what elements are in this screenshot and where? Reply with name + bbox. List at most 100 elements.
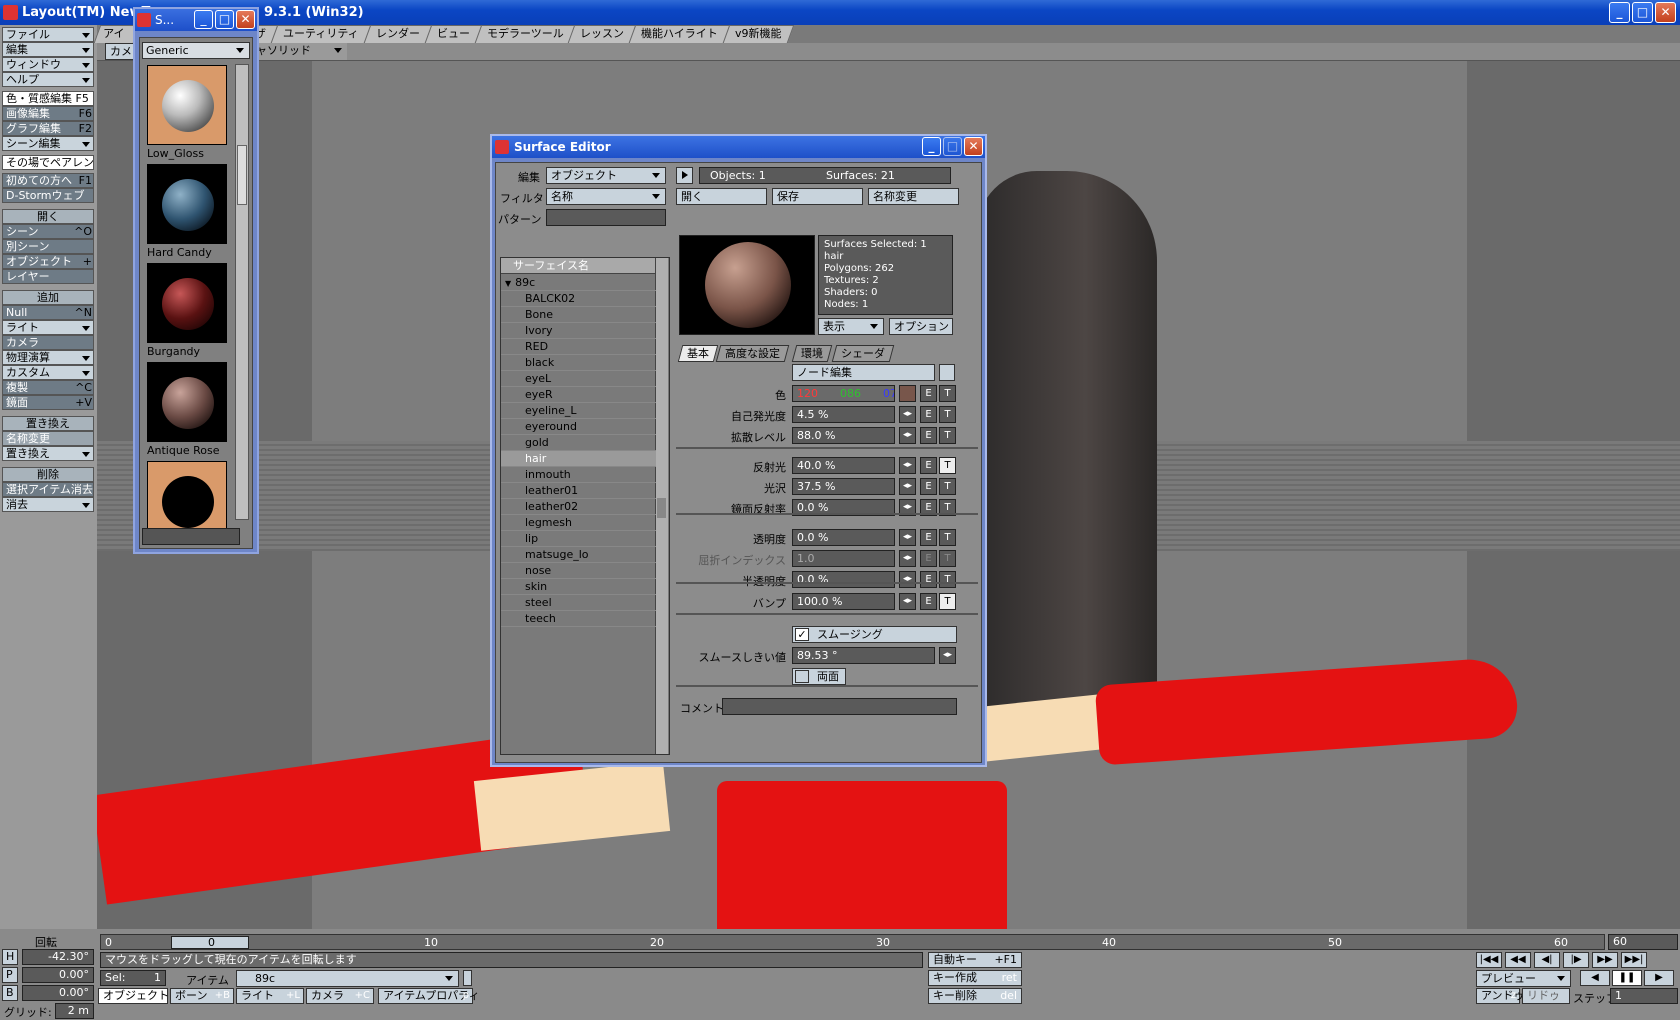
bones-mode-button[interactable]: ボーン +B (170, 988, 234, 1004)
surface-list-item[interactable]: eyeR (501, 387, 656, 403)
previous-frame-button[interactable]: ◀| (1534, 952, 1560, 968)
minimize-button[interactable]: _ (1609, 2, 1630, 23)
tab-environment[interactable]: 環境 (791, 345, 833, 362)
tab-4[interactable]: ビュー (424, 25, 482, 43)
preset-swatch[interactable]: Hard Candy (147, 164, 227, 262)
surface-list-item[interactable]: nose (501, 563, 656, 579)
minimize-button[interactable]: _ (194, 10, 213, 29)
options-button[interactable]: オプション (889, 318, 953, 335)
auto-key-button[interactable]: 自動キー +F1 (928, 952, 1022, 968)
diffuse-input[interactable]: 88.0 % (792, 427, 895, 444)
color-texture-button[interactable]: T (939, 385, 956, 402)
preview-select[interactable]: プレビュー (1476, 970, 1571, 987)
filter-select[interactable]: 名称 (546, 188, 666, 205)
translucency-input[interactable]: 0.0 % (792, 571, 895, 588)
h-toggle[interactable]: H (2, 949, 18, 965)
close-button[interactable]: ✕ (964, 137, 983, 156)
gloss-texture-button[interactable]: T (939, 478, 956, 495)
preset-name-field[interactable] (142, 528, 240, 545)
objects-mode-button[interactable]: オブジェクト+O (98, 988, 187, 1004)
tab-7[interactable]: 機能ハイライト (629, 25, 731, 43)
surface-list-item[interactable]: eyeline_L (501, 403, 656, 419)
pause-button[interactable]: ❚❚ (1612, 970, 1642, 986)
smooth-threshold-stepper[interactable]: ◂▸ (939, 647, 956, 664)
tab-3[interactable]: レンダー (363, 25, 432, 43)
menu-item-26[interactable]: 置き換え (2, 446, 94, 461)
preset-scrollbar[interactable] (235, 64, 249, 520)
surface-list-item[interactable]: Bone (501, 307, 656, 323)
maximize-button[interactable]: □ (215, 10, 234, 29)
tab-basic[interactable]: 基本 (677, 345, 719, 362)
timeline-slider[interactable]: 0 (171, 936, 249, 949)
luminosity-input[interactable]: 4.5 % (792, 406, 895, 423)
gloss-stepper[interactable]: ◂▸ (899, 478, 916, 495)
menu-item-3[interactable]: ヘルプ (2, 72, 94, 87)
specular-envelope-button[interactable]: E (920, 457, 937, 474)
diffuse-texture-button[interactable]: T (939, 427, 956, 444)
color-swatch[interactable] (899, 385, 916, 402)
cameras-mode-button[interactable]: カメラ +C (306, 988, 374, 1004)
surface-list-scrollbar[interactable] (655, 258, 668, 754)
minimize-button[interactable]: _ (922, 137, 941, 156)
surface-list-item[interactable]: steel (501, 595, 656, 611)
color-envelope-button[interactable]: E (920, 385, 937, 402)
translucency-envelope-button[interactable]: E (920, 571, 937, 588)
translucency-texture-button[interactable]: T (939, 571, 956, 588)
preset-library-select[interactable]: Generic (142, 42, 250, 59)
surface-list-item[interactable]: legmesh (501, 515, 656, 531)
bump-texture-button[interactable]: T (939, 593, 956, 610)
refraction-texture-button[interactable]: T (939, 550, 956, 567)
expand-arrow-button[interactable] (676, 167, 693, 184)
tab-8[interactable]: v9新機能 (722, 25, 795, 43)
bump-envelope-button[interactable]: E (920, 593, 937, 610)
surface-list-item[interactable]: RED (501, 339, 656, 355)
close-button[interactable]: ✕ (236, 10, 255, 29)
surface-list-item[interactable]: leather01 (501, 483, 656, 499)
close-button[interactable]: ✕ (1655, 2, 1676, 23)
menu-item-13[interactable]: 別シーン (2, 239, 94, 254)
maximize-button[interactable]: □ (1632, 2, 1653, 23)
menu-item-21[interactable]: カスタム (2, 365, 94, 380)
delete-key-button[interactable]: キー削除 del (928, 988, 1022, 1004)
render-mode-select[interactable]: ャソリッド (252, 43, 347, 60)
bank-input[interactable]: 0.00° (22, 985, 94, 1001)
node-edit-button[interactable]: ノード編集 (792, 364, 935, 381)
b-toggle[interactable]: B (2, 985, 18, 1001)
pattern-input[interactable] (546, 209, 666, 226)
surface-list-item[interactable]: matsuge_lo (501, 547, 656, 563)
transparency-envelope-button[interactable]: E (920, 529, 937, 546)
refraction-input[interactable]: 1.0 (792, 550, 895, 567)
next-key-button[interactable]: ▶▶ (1592, 952, 1618, 968)
surface-preview[interactable] (679, 235, 815, 335)
end-frame-field[interactable]: 60 (1608, 934, 1678, 950)
open-button[interactable]: 開く (676, 188, 767, 205)
first-frame-button[interactable]: |◀◀ (1476, 952, 1502, 968)
bump-input[interactable]: 100.0 % (792, 593, 895, 610)
create-key-button[interactable]: キー作成 ret (928, 970, 1022, 986)
menu-item-19[interactable]: カメラ (2, 335, 94, 350)
menu-item-4[interactable]: 色・質感編集 F5 (2, 91, 94, 106)
specular-stepper[interactable]: ◂▸ (899, 457, 916, 474)
double-sided-checkbox[interactable]: 両面 (792, 668, 846, 685)
diffuse-envelope-button[interactable]: E (920, 427, 937, 444)
edit-mode-select[interactable]: オブジェクト (546, 167, 666, 184)
tab-5[interactable]: モデラーツール (474, 25, 576, 43)
menu-item-15[interactable]: レイヤー (2, 269, 94, 284)
preset-swatch[interactable]: Burgandy (147, 263, 227, 361)
surface-list-item[interactable]: eyeround (501, 419, 656, 435)
heading-input[interactable]: -42.30° (22, 949, 94, 965)
luminosity-envelope-button[interactable]: E (920, 406, 937, 423)
menu-item-29[interactable]: 消去 (2, 497, 94, 512)
comment-input[interactable] (722, 698, 957, 715)
transparency-input[interactable]: 0.0 % (792, 529, 895, 546)
tab-6[interactable]: レッスン (568, 25, 637, 43)
menu-item-8[interactable]: その場でペアレント (2, 155, 94, 170)
transparency-stepper[interactable]: ◂▸ (899, 529, 916, 546)
preset-shelf-window[interactable]: S... _ □ ✕ Generic Low_Gloss Hard Candy Bu… (133, 7, 259, 554)
maximize-button[interactable]: □ (943, 137, 962, 156)
lights-mode-button[interactable]: ライト +L (236, 988, 304, 1004)
surface-list-item[interactable]: skin (501, 579, 656, 595)
menu-item-25[interactable]: 名称変更 (2, 431, 94, 446)
bump-stepper[interactable]: ◂▸ (899, 593, 916, 610)
current-item-select[interactable]: 89c (236, 970, 459, 987)
